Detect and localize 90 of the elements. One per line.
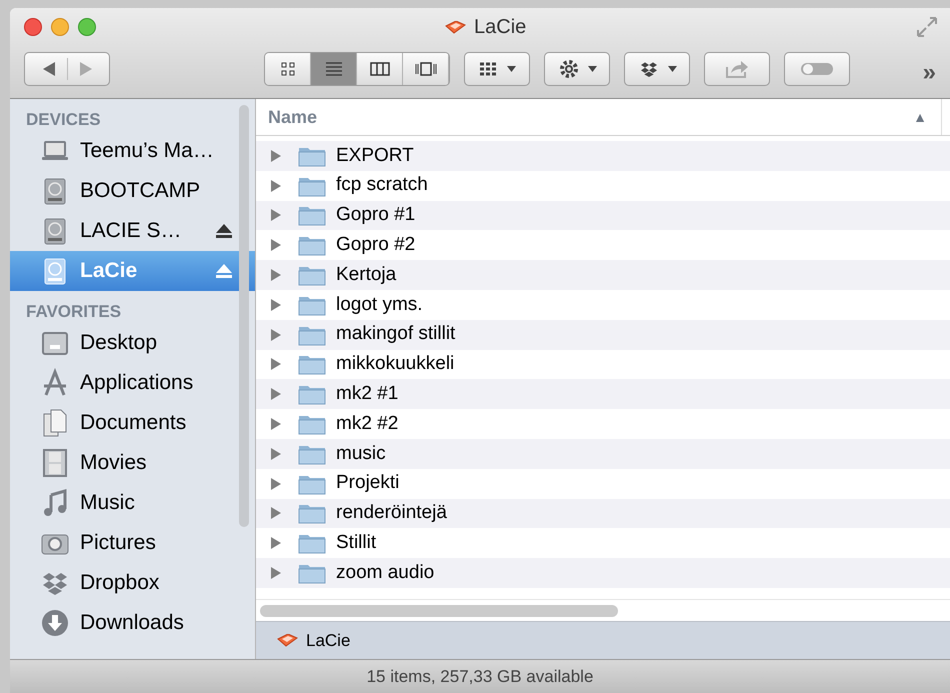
disclosure-triangle-icon[interactable] — [270, 446, 282, 461]
sidebar-heading: DEVICES — [25, 109, 102, 131]
drive-icon — [444, 20, 466, 34]
folder-icon — [298, 264, 326, 286]
column-header[interactable]: Name ▲ — [256, 99, 942, 135]
file-name: zoom audio — [336, 560, 434, 585]
forward-arrow-icon — [80, 62, 92, 76]
caret-icon — [506, 66, 516, 72]
share-button[interactable] — [704, 52, 770, 86]
sidebar-item[interactable]: Music — [10, 483, 255, 523]
folder-icon — [298, 204, 326, 226]
film-strip-icon — [40, 448, 70, 478]
folder-icon — [298, 234, 326, 256]
disclosure-triangle-icon[interactable] — [270, 238, 282, 252]
action-button[interactable] — [544, 52, 610, 86]
caret-icon — [668, 66, 676, 72]
sidebar-item[interactable]: Documents — [10, 403, 255, 443]
minimize-button[interactable] — [51, 18, 69, 36]
cover-flow-icon — [414, 61, 436, 77]
arrange-button[interactable] — [464, 52, 530, 86]
toggle-icon — [800, 62, 834, 76]
file-name: Projekti — [336, 471, 400, 496]
file-name: makingof stillit — [336, 322, 456, 346]
zoom-button[interactable] — [78, 18, 96, 36]
sidebar-item[interactable]: Downloads — [10, 603, 255, 643]
file-name: Gopro #2 — [336, 233, 416, 258]
file-name: fcp scratch — [336, 173, 428, 198]
disclosure-triangle-icon[interactable] — [270, 148, 282, 163]
file-name: Stillit — [336, 531, 376, 555]
file-name: Kertoja — [336, 262, 396, 287]
back-forward-button[interactable] — [24, 52, 110, 86]
disclosure-triangle-icon[interactable] — [270, 506, 282, 520]
dropbox-button[interactable] — [624, 52, 690, 86]
horizontal-scrollbar[interactable] — [260, 604, 618, 616]
eject-icon[interactable] — [215, 223, 233, 239]
window-title: LaCie — [474, 15, 526, 40]
folder-icon — [298, 502, 326, 524]
gear-icon — [558, 58, 580, 80]
disclosure-triangle-icon[interactable] — [270, 566, 282, 580]
file-name: renderöintejä — [336, 501, 447, 526]
folder-icon — [298, 532, 326, 554]
status-text: 15 items, 257,33 GB available — [366, 666, 594, 688]
back-arrow-icon — [42, 62, 54, 76]
file-name: mk2 #2 — [336, 412, 398, 436]
folder-icon — [298, 383, 326, 406]
sort-indicator: ▲ — [913, 108, 927, 126]
file-name: EXPORT — [336, 144, 414, 168]
path-item[interactable]: LaCie — [306, 628, 350, 654]
file-name: mikkokuukkeli — [336, 352, 454, 376]
drive-icon — [276, 634, 298, 647]
sidebar-item[interactable]: LACIE S… — [10, 211, 255, 251]
sidebar-item[interactable]: Pictures — [10, 523, 255, 563]
disclosure-triangle-icon[interactable] — [270, 417, 282, 432]
sidebar-heading: FAVORITES — [25, 301, 122, 323]
file-name: mk2 #1 — [336, 382, 398, 406]
file-name: Gopro #1 — [336, 203, 416, 228]
file-name: music — [336, 442, 386, 466]
fullscreen-icon[interactable] — [916, 16, 938, 38]
sidebar-item[interactable]: Desktop — [10, 323, 255, 363]
sidebar-item[interactable]: Applications — [10, 363, 255, 403]
sidebar-item[interactable]: BOOTCAMP — [10, 171, 255, 211]
sidebar-item[interactable]: Teemu’s Ma… — [10, 131, 255, 171]
sidebar-scrollbar[interactable] — [239, 105, 249, 527]
disclosure-triangle-icon[interactable] — [270, 387, 282, 402]
more-button[interactable]: » — [922, 61, 936, 85]
grid-icon — [478, 62, 498, 76]
toggle-button[interactable] — [784, 52, 850, 86]
view-button[interactable] — [311, 53, 357, 85]
disclosure-triangle-icon[interactable] — [270, 298, 282, 312]
caret-icon — [588, 66, 596, 72]
close-button[interactable] — [24, 18, 42, 36]
disclosure-triangle-icon[interactable] — [270, 536, 282, 550]
download-icon — [40, 608, 70, 638]
file-name: logot yms. — [336, 292, 423, 317]
folder-icon — [298, 413, 326, 436]
folder-icon — [298, 353, 326, 376]
disclosure-triangle-icon[interactable] — [270, 208, 282, 222]
view-button[interactable] — [357, 53, 403, 85]
disclosure-triangle-icon[interactable] — [270, 357, 282, 372]
folder-icon — [298, 562, 326, 584]
view-button[interactable] — [403, 53, 449, 85]
columns-icon — [368, 61, 390, 77]
disclosure-triangle-icon[interactable] — [270, 476, 282, 491]
disclosure-triangle-icon[interactable] — [270, 328, 282, 342]
sidebar-item[interactable]: Movies — [10, 443, 255, 483]
disclosure-triangle-icon[interactable] — [270, 268, 282, 282]
view-button[interactable] — [265, 53, 311, 85]
share-icon — [725, 59, 749, 79]
sidebar-item[interactable]: Dropbox — [10, 563, 255, 603]
disclosure-triangle-icon[interactable] — [270, 178, 282, 193]
